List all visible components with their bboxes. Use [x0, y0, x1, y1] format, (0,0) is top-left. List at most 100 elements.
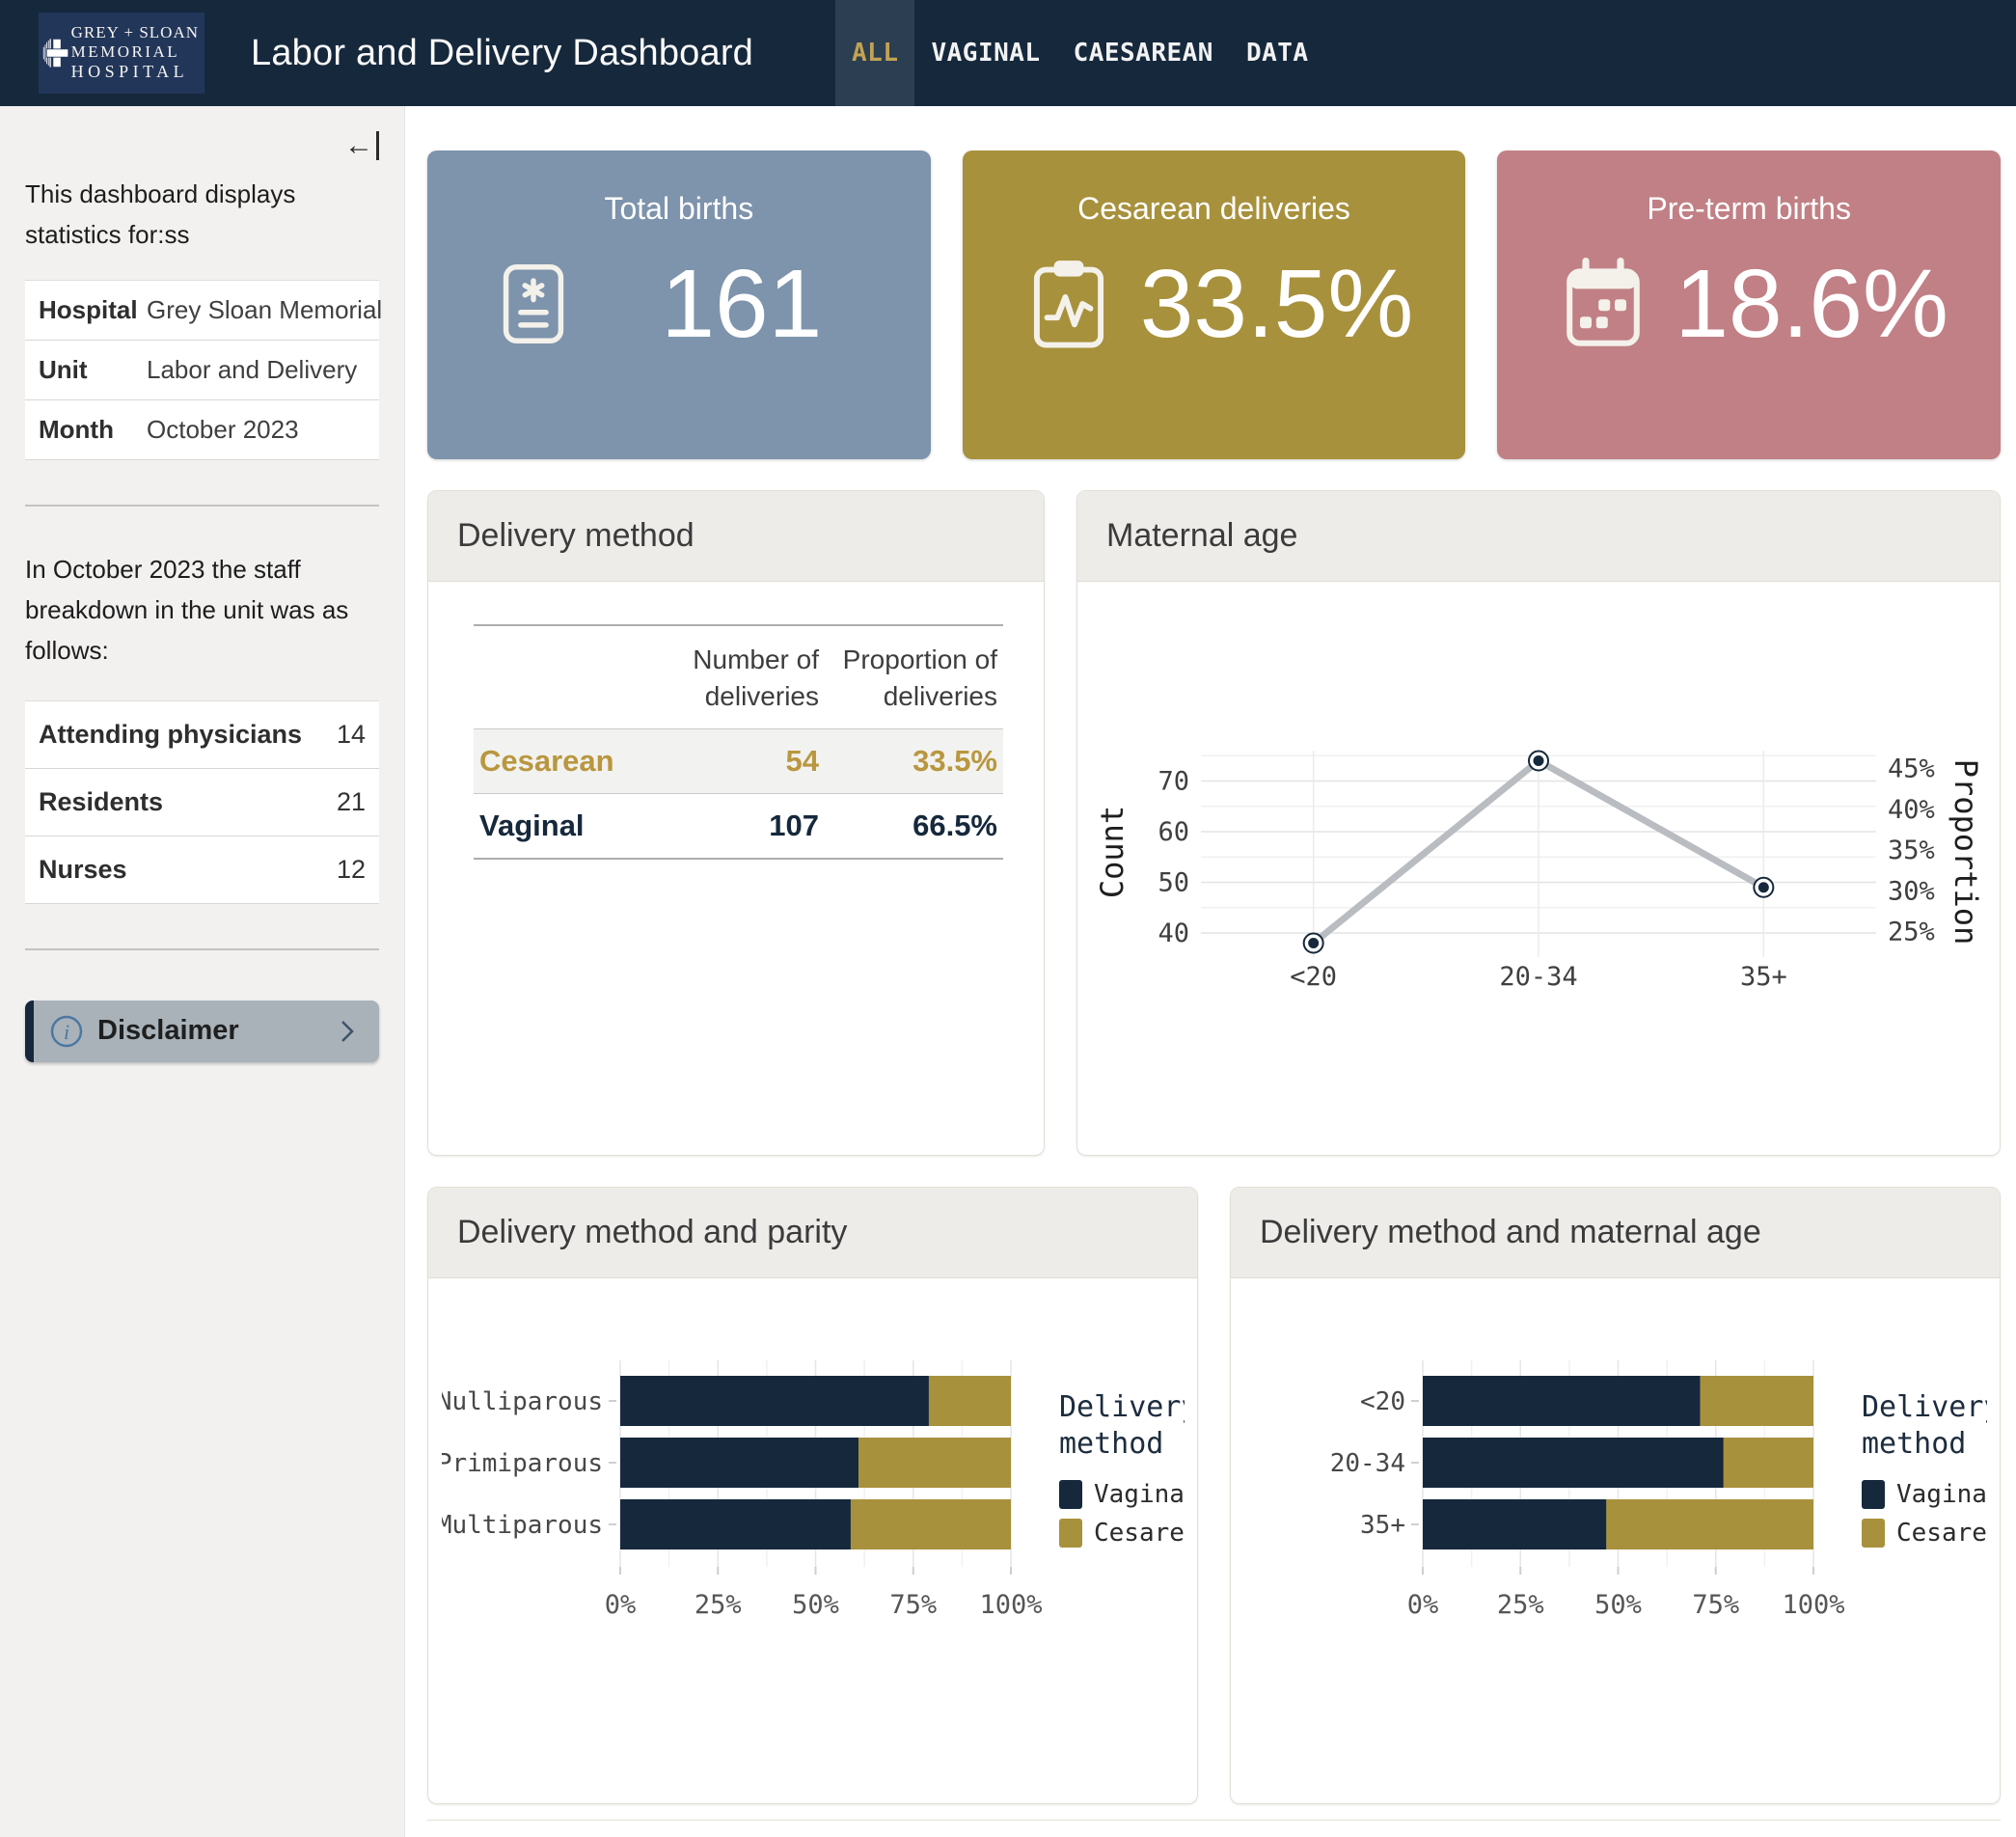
svg-text:i: i — [64, 1020, 69, 1044]
svg-text:method: method — [1862, 1427, 1966, 1461]
svg-text:25%: 25% — [694, 1590, 741, 1620]
sidebar-intro-text: This dashboard displays statistics for:s… — [25, 174, 379, 255]
navbar: GREY + SLOAN MEMORIAL HOSPITAL Labor and… — [0, 0, 2016, 106]
row-count: 54 — [655, 744, 819, 779]
clipboard-pulse-icon — [1021, 258, 1117, 350]
svg-text:Vaginal: Vaginal — [1094, 1480, 1185, 1509]
table-row: Residents 21 — [25, 769, 379, 836]
svg-text:75%: 75% — [1692, 1590, 1739, 1620]
svg-text:20-34: 20-34 — [1499, 962, 1577, 992]
maternal-age-line-chart: 4050607025%30%35%40%45%<2020-3435+CountP… — [1090, 693, 1987, 1045]
row-percent: 33.5% — [819, 744, 997, 779]
file-medical-icon — [485, 258, 582, 350]
svg-text:50: 50 — [1158, 867, 1189, 897]
info-value: Grey Sloan Memorial — [147, 295, 382, 325]
svg-text:50%: 50% — [792, 1590, 839, 1620]
dashboard-info-table: Hospital Grey Sloan Memorial Unit Labor … — [25, 280, 379, 460]
navbar-tabs: ALL VAGINAL CAESAREAN DATA — [835, 0, 1325, 106]
table-row: Attending physicians 14 — [25, 701, 379, 769]
svg-text:100%: 100% — [979, 1590, 1042, 1620]
svg-text:Proportion: Proportion — [1948, 758, 1984, 945]
svg-text:<20: <20 — [1360, 1387, 1405, 1416]
tab-data[interactable]: DATA — [1230, 0, 1325, 106]
staff-count: 14 — [337, 720, 366, 750]
staff-count: 21 — [337, 787, 366, 817]
disclaimer-accordion-button[interactable]: i Disclaimer — [25, 1001, 379, 1062]
row-label: Cesarean — [479, 744, 655, 779]
svg-text:45%: 45% — [1888, 754, 1935, 783]
svg-text:Cesarean: Cesarean — [1896, 1519, 1987, 1548]
row-label: Vaginal — [479, 809, 655, 843]
svg-text:Vaginal: Vaginal — [1896, 1480, 1987, 1509]
value-box-total-births: Total births 161 — [427, 151, 931, 459]
svg-text:Cesarean: Cesarean — [1094, 1519, 1185, 1548]
info-label: Hospital — [39, 295, 147, 325]
divider — [427, 1820, 2001, 1821]
tab-all[interactable]: ALL — [835, 0, 914, 106]
value-box-value: 18.6% — [1651, 256, 1972, 352]
value-box-title: Cesarean deliveries — [963, 191, 1466, 227]
svg-text:Multiparous: Multiparous — [442, 1511, 603, 1540]
staff-table: Attending physicians 14 Residents 21 Nur… — [25, 700, 379, 904]
divider — [25, 948, 379, 950]
sidebar-collapse-button[interactable]: ← — [25, 131, 379, 160]
staff-intro-text: In October 2023 the staff breakdown in t… — [25, 549, 379, 671]
table-row: Month October 2023 — [25, 400, 379, 460]
table-row-vaginal: Vaginal 107 66.5% — [474, 794, 1003, 860]
svg-text:60: 60 — [1158, 817, 1189, 847]
svg-text:Delivery: Delivery — [1059, 1390, 1185, 1424]
table-row-cesarean: Cesarean 54 33.5% — [474, 729, 1003, 794]
info-icon: i — [49, 1014, 84, 1049]
value-box-preterm-births: Pre-term births — [1497, 151, 2001, 459]
svg-text:100%: 100% — [1782, 1590, 1844, 1620]
svg-text:40%: 40% — [1888, 794, 1935, 824]
staff-label: Attending physicians — [39, 720, 302, 750]
logo-line-3: HOSPITAL — [71, 62, 199, 82]
svg-text:40: 40 — [1158, 918, 1189, 948]
info-value: October 2023 — [147, 415, 299, 445]
svg-text:method: method — [1059, 1427, 1163, 1461]
info-label: Month — [39, 415, 147, 445]
svg-text:20-34: 20-34 — [1329, 1449, 1404, 1478]
sidebar: ← This dashboard displays statistics for… — [0, 106, 405, 1837]
divider — [25, 505, 379, 507]
svg-text:25%: 25% — [1888, 917, 1935, 946]
column-header: Proportion of deliveries — [819, 642, 997, 715]
hospital-logo: GREY + SLOAN MEMORIAL HOSPITAL — [39, 13, 204, 94]
table-header-row: Number of deliveries Proportion of deliv… — [474, 624, 1003, 729]
svg-text:75%: 75% — [889, 1590, 937, 1620]
svg-text:<20: <20 — [1290, 962, 1337, 992]
age-stacked-bar-chart: <2020-3435+0%25%50%75%100%Deliverymethod… — [1244, 1331, 1987, 1751]
info-label: Unit — [39, 355, 147, 385]
svg-text:35+: 35+ — [1740, 962, 1787, 992]
card-row-2: Delivery method Number of deliveries Pro… — [427, 490, 2001, 1156]
logo-line-2: MEMORIAL — [71, 42, 199, 62]
staff-label: Residents — [39, 787, 163, 817]
tab-caesarean[interactable]: CAESAREAN — [1057, 0, 1230, 106]
delivery-method-age-card: Delivery method and maternal age <20 20-3… — [1230, 1187, 2001, 1804]
value-box-cesarean-deliveries: Cesarean deliveries 33.5% — [963, 151, 1466, 459]
delivery-method-table: Number of deliveries Proportion of deliv… — [474, 624, 1003, 860]
card-title: Delivery method and maternal age — [1231, 1188, 2000, 1278]
staff-label: Nurses — [39, 855, 127, 885]
card-title: Maternal age — [1077, 491, 2000, 582]
hospital-cross-icon — [42, 15, 69, 91]
page-title: Labor and Delivery Dashboard — [251, 33, 753, 74]
disclaimer-label: Disclaimer — [97, 1015, 239, 1047]
svg-text:25%: 25% — [1496, 1590, 1543, 1620]
svg-text:70: 70 — [1158, 766, 1189, 796]
delivery-method-parity-card: Delivery method and parity NulliparousPr… — [427, 1187, 1198, 1804]
svg-text:50%: 50% — [1594, 1590, 1642, 1620]
value-box-value: 161 — [582, 256, 902, 352]
svg-text:35%: 35% — [1888, 836, 1935, 865]
logo-line-1: GREY + SLOAN — [71, 23, 199, 42]
staff-count: 12 — [337, 855, 366, 885]
value-box-row: Total births 161 — [427, 151, 2001, 459]
main-content: Total births 161 — [405, 106, 2016, 1837]
parity-stacked-bar-chart: NulliparousPrimiparousMultiparous0%25%50… — [442, 1331, 1185, 1751]
svg-text:Delivery: Delivery — [1862, 1390, 1987, 1424]
calendar-icon — [1555, 258, 1651, 350]
tab-vaginal[interactable]: VAGINAL — [914, 0, 1056, 106]
card-title: Delivery method and parity — [428, 1188, 1197, 1278]
svg-text:35+: 35+ — [1360, 1511, 1405, 1540]
